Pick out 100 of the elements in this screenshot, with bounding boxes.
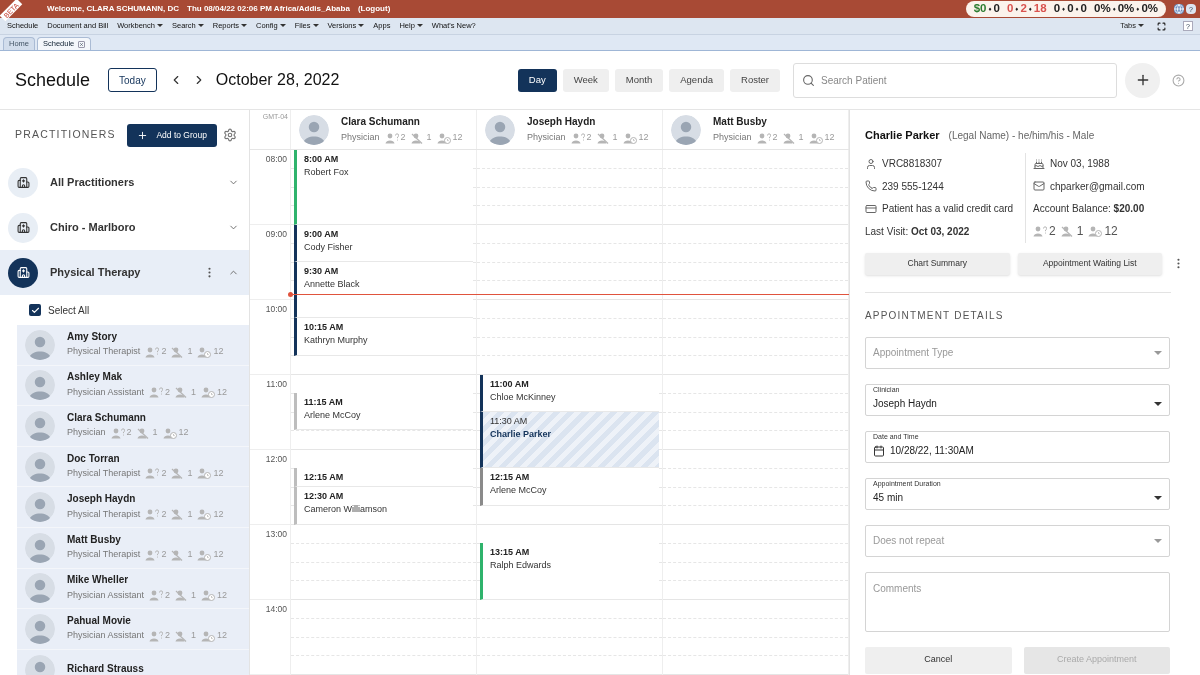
practitioner-item[interactable]: Matt Busby Physical Therapist 2 1 12 <box>17 527 249 569</box>
practitioner-item[interactable]: Amy Story Physical Therapist 2 1 12 <box>17 325 249 366</box>
secondary-button[interactable]: Appointment Waiting List <box>1017 252 1163 275</box>
current-date: October 28, 2022 <box>215 70 340 90</box>
checkbox[interactable] <box>29 304 41 316</box>
person-clock-icon <box>1088 225 1103 237</box>
stat-count: 12 <box>213 467 224 481</box>
patient-name: Charlie Parker <box>490 430 553 439</box>
person-clock-icon <box>197 346 212 358</box>
practitioner-item[interactable]: Richard Strauss <box>17 649 249 675</box>
practitioner-name: Amy Story <box>67 330 118 344</box>
appointment-card[interactable]: 11:00 AM Chloe McKinney <box>480 375 659 412</box>
logout-link[interactable]: (Logout) <box>357 3 391 15</box>
appointment-card[interactable]: 8:00 AM Robert Fox <box>294 150 473 225</box>
add-to-group-button[interactable]: Add to Group <box>127 123 217 147</box>
secondary-button[interactable]: Chart Summary <box>865 252 1010 275</box>
close-icon[interactable] <box>78 40 86 48</box>
stat-value: 0 <box>1067 1 1074 17</box>
practitioner-name: Richard Strauss <box>67 663 144 675</box>
appointment-time: 12:15 AM <box>490 473 531 482</box>
practitioner-name: Matt Busby <box>67 533 122 547</box>
hour-label: 08:00 <box>265 153 287 166</box>
view-tab[interactable]: Roster <box>730 68 780 92</box>
practitioner-item[interactable]: Joseph Haydn Physical Therapist 2 1 12 <box>17 487 249 528</box>
appointment-card[interactable]: 12:15 AM Arlene McCoy <box>480 468 659 506</box>
checkbox-label: Select All <box>48 303 90 318</box>
appointment-time: 9:30 AM <box>304 267 340 276</box>
globe-icon[interactable] <box>1174 4 1184 14</box>
form-button[interactable]: Cancel <box>865 646 1012 674</box>
appointment-card[interactable]: 11:15 AM Arlene McCoy <box>294 393 473 430</box>
stat-count: 2 <box>165 385 171 399</box>
help-icon[interactable] <box>1172 73 1185 87</box>
patient-name: Arlene McCoy <box>304 411 362 420</box>
appointment-card[interactable]: 10:15 AM Kathryn Murphy <box>294 318 473 356</box>
practitioner-item[interactable]: Clara Schumann Physician 2 1 12 <box>17 406 249 447</box>
stat-count: 12 <box>213 345 224 359</box>
group-item[interactable]: Physical Therapy <box>0 250 249 295</box>
person-clock-icon <box>197 508 212 520</box>
practitioner-item[interactable]: Doc Torran Physical Therapist 2 1 12 <box>17 446 249 488</box>
search-field[interactable]: Search Patient <box>793 62 1117 98</box>
practitioner-role: Physician Assistant <box>67 629 145 643</box>
phone-icon <box>865 180 877 193</box>
patient-details: (Legal Name) - he/him/his - Male <box>948 129 1095 143</box>
settings-icon[interactable] <box>223 128 237 142</box>
search-icon <box>802 73 815 87</box>
dropdown-arrow-icon <box>1154 401 1162 406</box>
practitioner-role: Physician <box>341 131 380 145</box>
view-tab[interactable]: Agenda <box>669 68 724 92</box>
appointment-time: 12:30 AM <box>304 492 345 501</box>
check-icon <box>30 305 40 315</box>
avatar <box>299 114 329 145</box>
practitioner-item[interactable]: Mike Wheller Physician Assistant 2 1 12 <box>17 568 249 610</box>
view-tab[interactable]: Week <box>562 68 609 92</box>
view-tab[interactable]: Day <box>517 68 557 92</box>
practitioner-item[interactable]: Pahual Movie Physician Assistant 2 1 12 <box>17 609 249 650</box>
appointment-card[interactable]: 9:00 AM Cody Fisher <box>294 225 473 262</box>
hospital-icon <box>16 221 30 234</box>
appointment-card[interactable]: 12:15 AM <box>294 468 473 487</box>
appointment-card[interactable]: 12:30 AM Cameron Williamson <box>294 487 473 525</box>
stat-value: 0% <box>1141 1 1158 17</box>
field-value: 45 min <box>873 491 903 505</box>
view-tab[interactable]: Month <box>614 68 664 92</box>
stat-count: 2 <box>165 629 171 643</box>
stat-count: 2 <box>165 588 171 602</box>
patient-info: Account Balance: $20.00 <box>1033 202 1145 217</box>
plus-icon <box>137 129 149 141</box>
stat-value: 0 <box>1006 1 1014 17</box>
appointment-card[interactable]: 9:30 AM Annette Black <box>294 262 473 318</box>
stat-count: 2 <box>400 131 406 145</box>
stat-count: 12 <box>824 131 835 145</box>
appointment-card[interactable]: 13:15 AM Ralph Edwards <box>480 543 659 600</box>
fullscreen-icon[interactable] <box>1157 21 1166 31</box>
patient-name: Kathryn Murphy <box>304 336 369 345</box>
person-clock-icon <box>622 132 637 144</box>
group-item[interactable]: Chiro - Marlboro <box>0 205 249 250</box>
stat-value: 0 <box>1080 1 1087 17</box>
stat-count: 1 <box>191 588 197 602</box>
hour-label: 14:00 <box>265 603 287 616</box>
mail-icon <box>1033 180 1045 193</box>
appointment-card[interactable]: 11:30 AM Charlie Parker <box>480 412 659 468</box>
add-button[interactable] <box>1125 62 1160 98</box>
stat-count: 1 <box>152 426 158 440</box>
stat-count: 12 <box>217 385 228 399</box>
stat-count: 2 <box>772 131 778 145</box>
person-question-icon <box>145 549 160 561</box>
person-clock-icon <box>201 630 216 642</box>
stat-count: 1 <box>191 629 197 643</box>
group-item[interactable]: All Practitioners <box>0 160 249 205</box>
practitioner-item[interactable]: Ashley Mak Physician Assistant 2 1 12 <box>17 365 249 407</box>
practitioner-name: Doc Torran <box>67 452 121 466</box>
patient-name: Cameron Williamson <box>304 505 389 514</box>
patient-name: Ralph Edwards <box>490 561 553 570</box>
person-question-icon <box>1033 225 1047 237</box>
patient-info: 239 555-1244 <box>882 179 944 194</box>
patient-name: Charlie Parker <box>865 128 940 143</box>
stat-value: 2 <box>1020 1 1027 17</box>
patient-info: Nov 03, 1988 <box>1050 157 1110 172</box>
practitioner-name: Joseph Haydn <box>527 115 597 130</box>
person-icon <box>865 157 877 170</box>
today-button[interactable]: Today <box>108 68 157 92</box>
